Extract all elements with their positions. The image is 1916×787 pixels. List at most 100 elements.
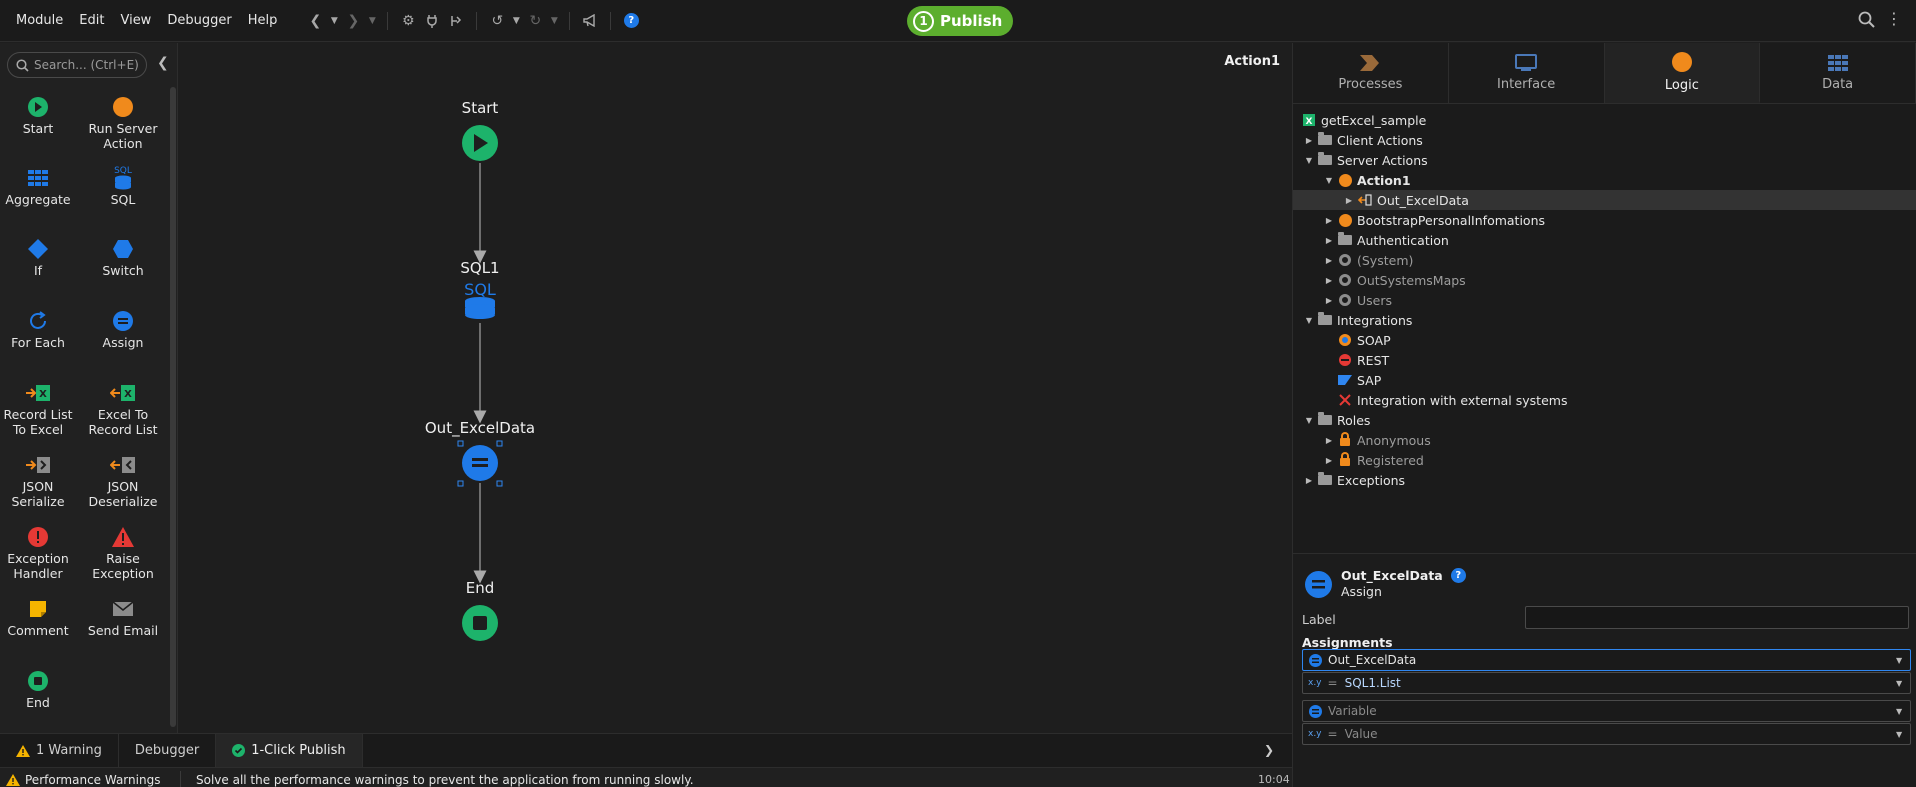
tool-excel-to-record-list[interactable]: X Excel To Record List [80,381,166,437]
help-icon[interactable]: ? [1450,568,1466,583]
tab-debugger-label: Debugger [134,743,200,758]
tree-item-action1[interactable]: ▼ Action1 [1293,170,1916,190]
assignment-variable-field[interactable]: Out_ExcelData ▼ [1302,649,1911,671]
new-assignment-variable-field[interactable]: Variable ▼ [1302,700,1911,722]
merge-icon[interactable] [444,9,468,33]
tool-raise-exception[interactable]: Raise Exception [80,525,166,581]
tab-interface[interactable]: Interface [1449,43,1605,103]
assign-node-label[interactable]: Out_ExcelData [410,419,550,437]
tool-comment[interactable]: Comment [0,597,81,638]
expand-icon[interactable]: ▶ [1321,276,1337,285]
tree-item-sap[interactable]: SAP [1293,370,1916,390]
plug-icon[interactable] [420,9,444,33]
toolbox-search-input[interactable]: Search... (Ctrl+E) [7,52,147,78]
assignment-value-field[interactable]: x.y = SQL1.List ▼ [1302,672,1911,694]
tool-sql[interactable]: SQL SQL [80,163,166,208]
tool-assign[interactable]: Assign [80,309,166,350]
tree-item-roles[interactable]: ▼ Roles [1293,410,1916,430]
expand-icon[interactable]: ▶ [1321,236,1337,245]
help-button[interactable]: ? [619,9,643,33]
menu-debugger[interactable]: Debugger [159,13,239,28]
tree-item-system[interactable]: ▶ (System) [1293,250,1916,270]
tree-item-external[interactable]: Integration with external systems [1293,390,1916,410]
expand-icon[interactable]: ▶ [1321,436,1337,445]
search-icon[interactable] [1858,11,1878,31]
tree-item-exceptions[interactable]: ▶ Exceptions [1293,470,1916,490]
chevron-down-icon[interactable]: ❯ [1264,743,1274,757]
gear-icon[interactable]: ⚙ [396,9,420,33]
tool-aggregate[interactable]: Aggregate [0,166,81,207]
tab-processes[interactable]: Processes [1293,43,1449,103]
publish-button[interactable]: 1 Publish [907,6,1013,36]
flow-canvas[interactable]: Action1 SQL Start SQL1 Out_ExcelData End [179,43,1292,733]
expand-icon[interactable]: ▶ [1301,476,1317,485]
tool-end[interactable]: End [0,669,81,710]
tab-data[interactable]: Data [1760,43,1916,103]
tree-item-anonymous[interactable]: ▶ Anonymous [1293,430,1916,450]
toolbox-scrollbar[interactable] [170,87,176,727]
tree-item-client-actions[interactable]: ▶ Client Actions [1293,130,1916,150]
end-node-label[interactable]: End [440,579,520,597]
undo-icon[interactable]: ↺ [485,9,509,33]
tree-item-integrations[interactable]: ▼ Integrations [1293,310,1916,330]
expand-icon[interactable]: ▶ [1301,136,1317,145]
tool-run-server-action[interactable]: Run Server Action [80,95,166,151]
collapse-toolbox-icon[interactable]: ❮ [157,55,169,71]
tool-start[interactable]: Start [0,95,81,136]
tool-record-list-to-excel[interactable]: X Record List To Excel [0,381,81,437]
tree-item-server-actions[interactable]: ▼ Server Actions [1293,150,1916,170]
tool-json-serialize[interactable]: JSON Serialize [0,453,81,509]
tab-debugger[interactable]: Debugger [119,733,217,768]
collapse-icon[interactable]: ▼ [1301,416,1317,425]
collapse-icon[interactable]: ▼ [1301,156,1317,165]
redo-chevron-icon[interactable]: ▼ [547,9,561,33]
chevron-down-icon[interactable]: ▼ [1896,730,1910,739]
undo-chevron-icon[interactable]: ▼ [509,9,523,33]
tree-item-users[interactable]: ▶ Users [1293,290,1916,310]
menu-module[interactable]: Module [8,13,71,28]
forward-history-chevron-icon[interactable]: ▼ [365,9,379,33]
tool-send-email[interactable]: Send Email [80,597,166,638]
chevron-down-icon[interactable]: ▼ [1896,679,1910,688]
tree-item-rest[interactable]: REST [1293,350,1916,370]
tree-item-out-exceldata[interactable]: ▶ Out_ExcelData [1293,190,1916,210]
expand-icon[interactable]: ▶ [1341,196,1357,205]
tree-item-bootstrap[interactable]: ▶ BootstrapPersonalInfomations [1293,210,1916,230]
new-assignment-value-field[interactable]: x.y = Value ▼ [1302,723,1911,745]
sql-node-label[interactable]: SQL1 [440,259,520,277]
collapse-icon[interactable]: ▼ [1321,176,1337,185]
more-options-icon[interactable]: ⋮ [1886,9,1902,28]
tool-for-each[interactable]: For Each [0,309,81,350]
tab-1-click-publish[interactable]: 1-Click Publish [216,733,363,768]
tree-item-outsystemsmaps[interactable]: ▶ OutSystemsMaps [1293,270,1916,290]
label-input[interactable] [1525,606,1909,629]
chevron-down-icon[interactable]: ▼ [1896,656,1910,665]
menu-help[interactable]: Help [240,13,286,28]
tool-label: Switch [102,263,144,278]
status-title[interactable]: Performance Warnings [6,773,160,787]
chevron-down-icon[interactable]: ▼ [1896,707,1910,716]
back-history-chevron-icon[interactable]: ▼ [327,9,341,33]
tree-item-registered[interactable]: ▶ Registered [1293,450,1916,470]
expand-icon[interactable]: ▶ [1321,456,1337,465]
tool-json-deserialize[interactable]: JSON Deserialize [80,453,166,509]
tool-if[interactable]: If [0,237,81,278]
back-icon[interactable]: ❮ [303,9,327,33]
expand-icon[interactable]: ▶ [1321,256,1337,265]
tool-exception-handler[interactable]: Exception Handler [0,525,81,581]
tool-switch[interactable]: Switch [80,237,166,278]
menu-view[interactable]: View [112,13,159,28]
start-node-label[interactable]: Start [440,99,520,117]
tab-logic[interactable]: Logic [1604,43,1761,103]
redo-icon[interactable]: ↻ [523,9,547,33]
collapse-icon[interactable]: ▼ [1301,316,1317,325]
megaphone-icon[interactable] [578,9,602,33]
tree-item-root[interactable]: X getExcel_sample [1293,110,1916,130]
tree-item-soap[interactable]: SOAP [1293,330,1916,350]
expand-icon[interactable]: ▶ [1321,296,1337,305]
menu-edit[interactable]: Edit [71,13,112,28]
forward-icon[interactable]: ❯ [341,9,365,33]
tab-warnings[interactable]: 1 Warning [0,733,119,768]
tree-item-authentication[interactable]: ▶ Authentication [1293,230,1916,250]
expand-icon[interactable]: ▶ [1321,216,1337,225]
